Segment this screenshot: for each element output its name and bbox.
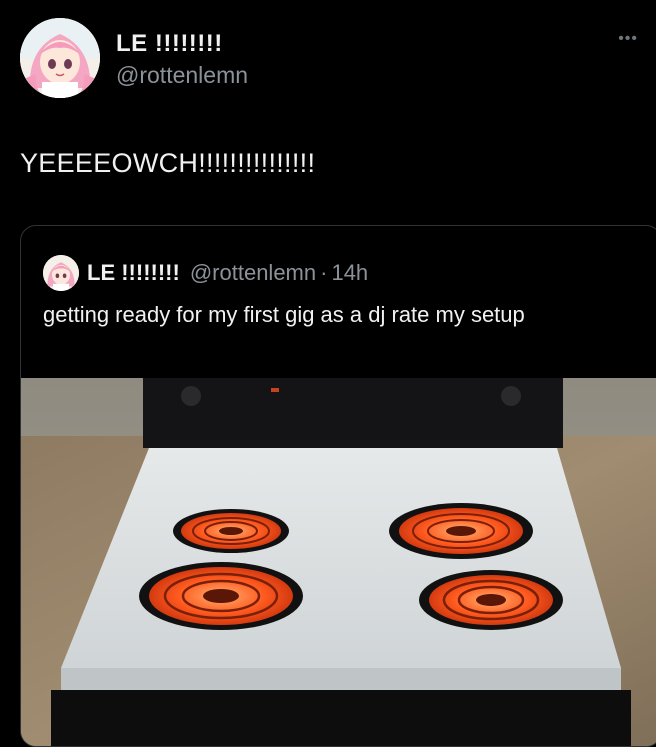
author-info[interactable]: LE !!!!!!!! @rottenlemn — [116, 30, 248, 89]
burner-front-left — [139, 562, 303, 630]
author-avatar[interactable] — [20, 18, 100, 98]
burner-back-right — [389, 503, 533, 559]
quoted-handle[interactable]: @rottenlemn — [190, 260, 316, 286]
quoted-timestamp[interactable]: 14h — [331, 260, 368, 286]
handle[interactable]: @rottenlemn — [116, 62, 248, 89]
quoted-tweet-header: LE !!!!!!!! @rottenlemn · 14h — [43, 255, 368, 291]
quoted-tweet-text: getting ready for my first gig as a dj r… — [43, 302, 525, 327]
display-name[interactable]: LE !!!!!!!! — [116, 30, 248, 58]
quoted-tweet[interactable]: LE !!!!!!!! @rottenlemn · 14h getting re… — [20, 225, 656, 747]
more-options-icon[interactable]: ••• — [618, 30, 638, 48]
separator-dot: · — [320, 260, 328, 285]
quoted-author-avatar[interactable] — [43, 255, 79, 291]
tweet-text: YEEEEOWCH!!!!!!!!!!!!!!! — [20, 148, 316, 178]
burner-front-right — [419, 570, 563, 630]
burner-back-left — [173, 509, 289, 553]
stove-photo[interactable] — [21, 378, 656, 746]
quoted-display-name[interactable]: LE !!!!!!!! — [87, 260, 180, 286]
